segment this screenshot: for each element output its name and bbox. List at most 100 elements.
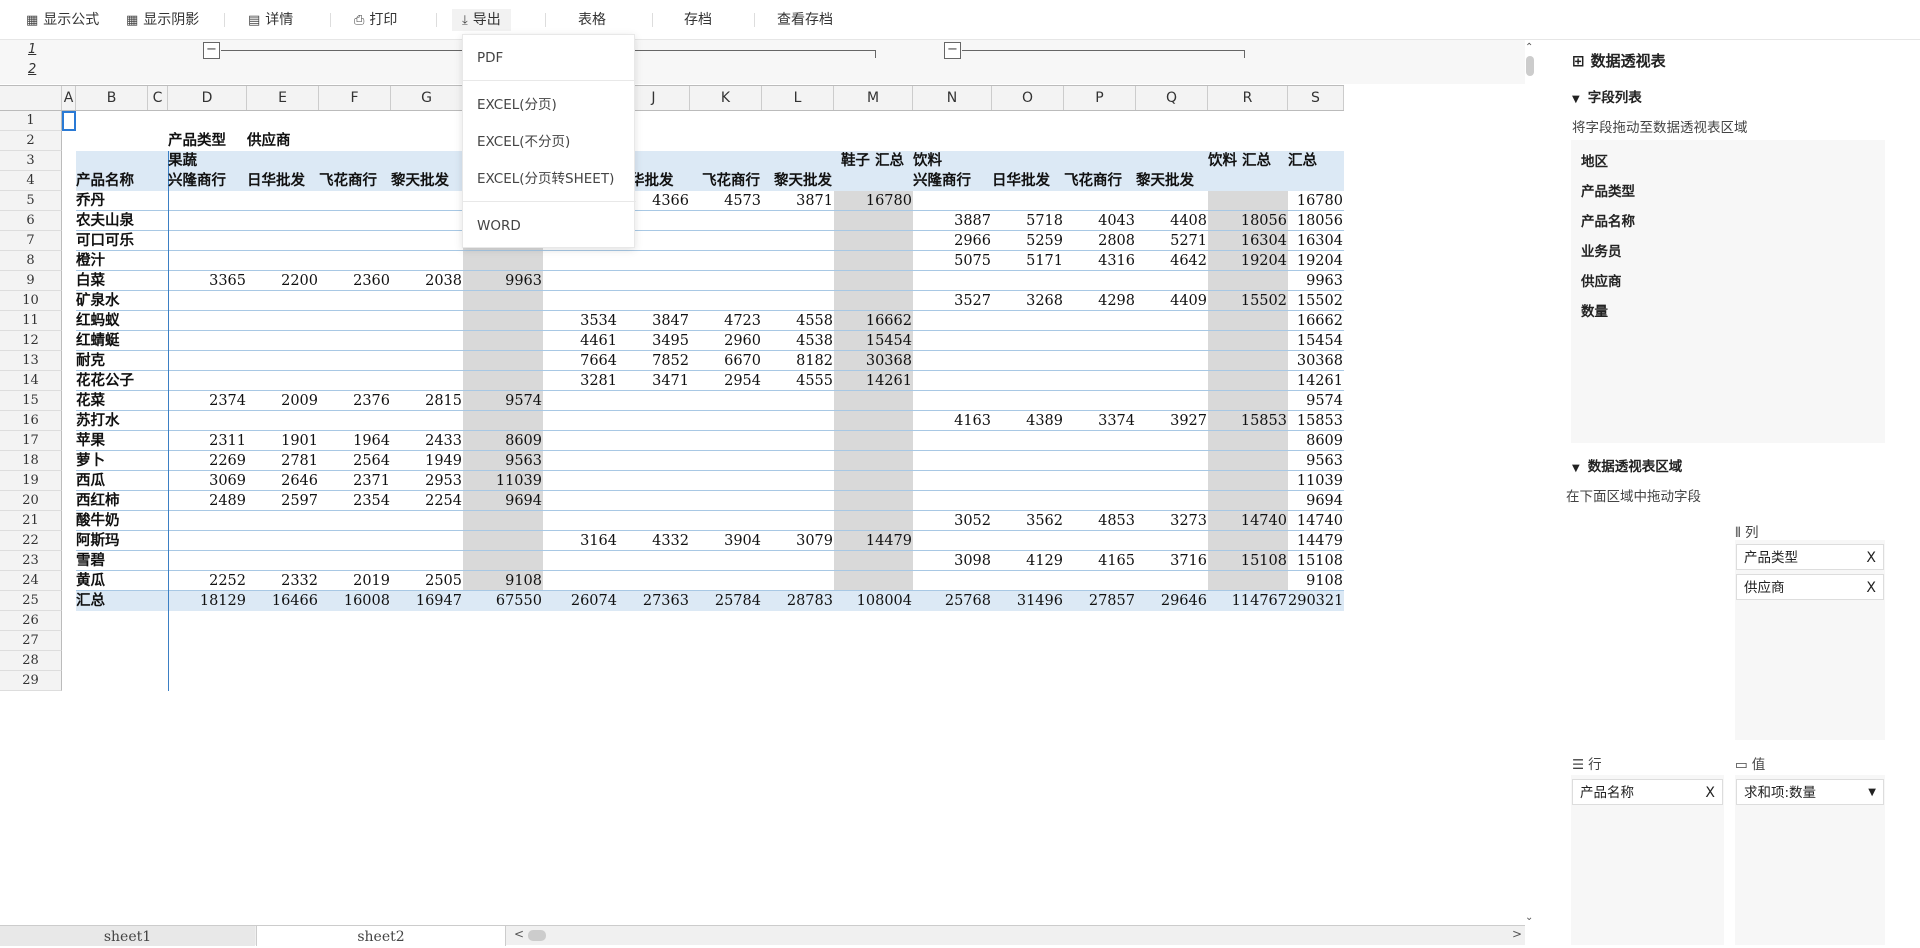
column-header[interactable]: K — [690, 86, 762, 110]
cell[interactable]: 14479 — [834, 531, 913, 551]
column-header[interactable]: G — [391, 86, 463, 110]
remove-icon[interactable]: X — [1705, 780, 1715, 806]
remove-icon[interactable]: X — [1866, 545, 1876, 571]
cell[interactable]: 31496 — [992, 591, 1064, 611]
cell[interactable]: 2781 — [247, 451, 319, 471]
cell[interactable]: 16304 — [1208, 231, 1288, 251]
row-header[interactable]: 2 — [0, 131, 62, 151]
cell[interactable]: 15108 — [1288, 551, 1344, 571]
cell[interactable]: 3069 — [168, 471, 247, 491]
cell[interactable]: 供应商 — [247, 131, 327, 151]
cell[interactable]: 3562 — [992, 511, 1064, 531]
row-header[interactable]: 26 — [0, 611, 62, 631]
show-formula-button[interactable]: ▦ 显示公式 — [26, 0, 99, 40]
field-item[interactable]: 业务员 — [1581, 240, 1622, 260]
cell[interactable]: 16780 — [834, 191, 913, 211]
cell[interactable]: 14740 — [1208, 511, 1288, 531]
cell[interactable]: 2564 — [319, 451, 391, 471]
row-header[interactable]: 25 — [0, 591, 62, 611]
cell[interactable]: 3534 — [543, 311, 618, 331]
cell[interactable]: 25784 — [690, 591, 762, 611]
cell[interactable]: 26074 — [543, 591, 618, 611]
column-header[interactable]: Q — [1136, 86, 1208, 110]
cell[interactable]: 290321 — [1288, 591, 1344, 611]
print-button[interactable]: ⎙ 打印 — [354, 0, 397, 40]
cell[interactable]: 4723 — [690, 311, 762, 331]
cell[interactable]: 4165 — [1064, 551, 1136, 571]
row-header[interactable]: 5 — [0, 191, 62, 211]
field-item[interactable]: 产品类型 — [1581, 180, 1635, 200]
cell[interactable]: 15502 — [1288, 291, 1344, 311]
cell[interactable]: 16008 — [319, 591, 391, 611]
cell[interactable]: 4298 — [1064, 291, 1136, 311]
cell[interactable]: 9563 — [1288, 451, 1344, 471]
cell[interactable]: 2505 — [391, 571, 463, 591]
cell[interactable]: 4409 — [1136, 291, 1208, 311]
column-header[interactable]: R — [1208, 86, 1288, 110]
column-header[interactable]: O — [992, 86, 1064, 110]
cell[interactable]: 16780 — [1288, 191, 1344, 211]
cell[interactable]: 9563 — [463, 451, 543, 471]
cell[interactable]: 2376 — [319, 391, 391, 411]
chevron-down-icon[interactable]: ▼ — [1868, 780, 1876, 806]
field-item[interactable]: 数量 — [1581, 300, 1608, 320]
outline-level-1[interactable]: 1 — [28, 42, 36, 57]
cell[interactable]: 11039 — [463, 471, 543, 491]
row-header[interactable]: 22 — [0, 531, 62, 551]
cell[interactable]: 4389 — [992, 411, 1064, 431]
column-header[interactable]: M — [834, 86, 913, 110]
cell[interactable]: 花花公子 — [76, 371, 166, 391]
cell[interactable]: 3098 — [913, 551, 992, 571]
cell[interactable]: 2019 — [319, 571, 391, 591]
row-header[interactable]: 6 — [0, 211, 62, 231]
cell[interactable]: 产品名称 — [76, 171, 168, 191]
cell[interactable]: 9574 — [463, 391, 543, 411]
cell[interactable]: 7664 — [543, 351, 618, 371]
cell[interactable]: 9694 — [463, 491, 543, 511]
cell[interactable]: 4129 — [992, 551, 1064, 571]
row-header[interactable]: 12 — [0, 331, 62, 351]
scroll-right-icon[interactable]: > — [1512, 927, 1522, 941]
cell[interactable]: 9574 — [1288, 391, 1344, 411]
field-list-header[interactable]: ▼ 字段列表 — [1572, 86, 1642, 106]
cell[interactable]: 4642 — [1136, 251, 1208, 271]
cell[interactable]: 红蚂蚁 — [76, 311, 166, 331]
cell[interactable]: 4555 — [762, 371, 834, 391]
cell[interactable]: 19204 — [1288, 251, 1344, 271]
cell[interactable]: 2009 — [247, 391, 319, 411]
column-header[interactable]: S — [1288, 86, 1344, 110]
row-header[interactable]: 10 — [0, 291, 62, 311]
cell[interactable]: 2371 — [319, 471, 391, 491]
cell[interactable]: 饮料 — [913, 151, 993, 171]
cell[interactable]: 3716 — [1136, 551, 1208, 571]
cell[interactable]: 16466 — [247, 591, 319, 611]
cell[interactable]: 雪碧 — [76, 551, 166, 571]
cell[interactable]: 西瓜 — [76, 471, 166, 491]
column-header[interactable]: L — [762, 86, 834, 110]
field-item[interactable]: 供应商 — [1581, 270, 1622, 290]
row-header[interactable]: 16 — [0, 411, 62, 431]
cell[interactable]: 114767 — [1208, 591, 1288, 611]
column-header[interactable]: B — [76, 86, 148, 110]
cell[interactable]: 黄瓜 — [76, 571, 166, 591]
cell[interactable]: 2960 — [690, 331, 762, 351]
cell[interactable]: 2954 — [690, 371, 762, 391]
select-all-corner[interactable] — [0, 86, 62, 110]
cell[interactable]: 5259 — [992, 231, 1064, 251]
cell[interactable]: 9963 — [463, 271, 543, 291]
cell[interactable]: 16662 — [834, 311, 913, 331]
cell[interactable]: 果蔬 — [168, 151, 248, 171]
cell[interactable]: 飞花商行 — [1064, 171, 1136, 191]
cell[interactable]: 14740 — [1288, 511, 1344, 531]
cell[interactable]: 2332 — [247, 571, 319, 591]
cell[interactable]: 兴隆商行 — [913, 171, 992, 191]
scroll-left-icon[interactable]: < — [514, 927, 524, 941]
cell[interactable]: 1964 — [319, 431, 391, 451]
cell[interactable]: 67550 — [463, 591, 543, 611]
row-header[interactable]: 19 — [0, 471, 62, 491]
cell[interactable]: 19204 — [1208, 251, 1288, 271]
selected-cell[interactable] — [62, 111, 76, 131]
show-shadow-button[interactable]: ▦ 显示阴影 — [126, 0, 199, 40]
cell[interactable]: 乔丹 — [76, 191, 166, 211]
cell[interactable]: 农夫山泉 — [76, 211, 166, 231]
